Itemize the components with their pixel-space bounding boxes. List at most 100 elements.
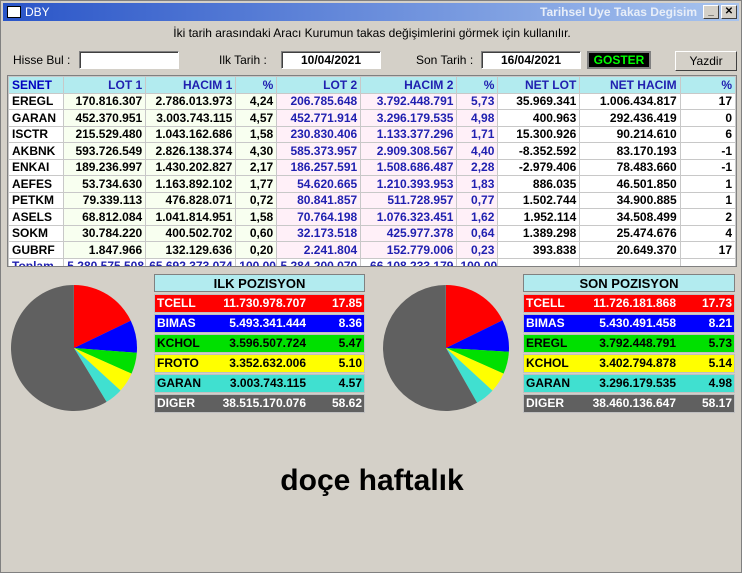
table-cell: 25.474.676 [579,224,681,242]
table-cell: 400.502.702 [145,224,237,242]
table-cell: 1.430.202.827 [145,158,237,176]
grid-header-4[interactable]: LOT 2 [276,76,362,94]
table-row[interactable]: PETKM 79.339.113 476.828.071 0,72 80.841.857… [8,191,736,209]
position-code: BIMAS [526,316,565,330]
total-cell [679,257,736,266]
ilk-pozisyon-row: DIGER 38.515.170.076 58.62 [154,394,365,413]
son-tarih-input[interactable]: 16/04/2021 [481,51,581,69]
position-percent: 17.73 [701,296,732,310]
position-percent: 5.14 [708,356,732,370]
table-cell: 4,24 [235,92,278,110]
position-percent: 4.98 [708,376,732,390]
stock-code-cell: AEFES [8,175,65,193]
goster-button[interactable]: GOSTER [587,51,651,69]
position-percent: 5.73 [708,336,732,350]
position-value: 3.596.507.724 [229,336,306,350]
table-cell: -8.352.592 [497,142,581,160]
window-title: DBY [25,5,50,19]
table-cell: 2,28 [456,158,499,176]
table-row[interactable]: EREGL 170.816.307 2.786.013.973 4,24 206.785… [8,92,736,110]
table-cell: 585.373.957 [276,142,362,160]
grid-header-9[interactable]: % [679,76,736,94]
grid-header-row: SENET LOT 1 HACIM 1% LOT 2 HACIM 2% NET LOT NE… [8,76,736,94]
table-cell: 35.969.341 [497,92,581,110]
table-cell: 215.529.480 [63,125,147,143]
position-percent: 4.57 [338,376,362,390]
table-cell: 1 [679,175,736,193]
position-code: BIMAS [157,316,196,330]
app-icon [7,6,21,18]
table-row[interactable]: AEFES 53.734.630 1.163.892.102 1,77 54.620.6… [8,175,736,193]
ilk-tarih-input[interactable]: 10/04/2021 [281,51,381,69]
table-row[interactable]: ISCTR 215.529.480 1.043.162.686 1,58 230.830… [8,125,736,143]
table-cell: 0 [679,109,736,127]
table-cell: 152.779.006 [360,241,458,259]
table-cell: 593.726.549 [63,142,147,160]
table-cell: 54.620.665 [276,175,362,193]
table-cell: 78.483.660 [579,158,681,176]
table-cell: 17 [679,92,736,110]
table-cell: 34.900.885 [579,191,681,209]
table-cell: 2.826.138.374 [145,142,237,160]
position-code: KCHOL [157,336,200,350]
grid-header-7[interactable]: NET LOT [497,76,581,94]
table-row[interactable]: GUBRF 1.847.966 132.129.636 0,20 2.241.804 15… [8,241,736,259]
grid-header-5[interactable]: HACIM 2 [360,76,458,94]
table-cell: 1.133.377.296 [360,125,458,143]
son-pozisyon-row: GARAN 3.296.179.535 4.98 [523,374,735,393]
position-value: 3.296.179.535 [599,376,676,390]
position-code: DIGER [157,396,196,410]
table-cell: 3.792.448.791 [360,92,458,110]
table-row[interactable]: ASELS 68.812.084 1.041.814.951 1,58 70.764.1… [8,208,736,226]
minimize-button[interactable]: _ [703,5,719,19]
table-cell: 70.764.198 [276,208,362,226]
grid-header-2[interactable]: HACIM 1 [145,76,237,94]
takas-grid[interactable]: SENET LOT 1 HACIM 1% LOT 2 HACIM 2% NET LOT NE… [7,75,737,267]
table-cell: 886.035 [497,175,581,193]
table-cell: 1.508.686.487 [360,158,458,176]
table-cell: 30.784.220 [63,224,147,242]
table-cell: 0,72 [235,191,278,209]
position-percent: 5.47 [338,336,362,350]
position-value: 3.402.794.878 [599,356,676,370]
table-cell: 90.214.610 [579,125,681,143]
table-row[interactable]: AKBNK 593.726.549 2.826.138.374 4,30 585.373… [8,142,736,160]
table-row[interactable]: SOKM 30.784.220 400.502.702 0,60 32.173.518 4… [8,224,736,242]
table-cell: -2.979.406 [497,158,581,176]
hisse-search-input[interactable] [79,51,179,69]
table-row[interactable]: GARAN 452.370.951 3.003.743.115 4,57 452.771… [8,109,736,127]
table-cell: 1.210.393.953 [360,175,458,193]
title-bar: DBY Tarihsel Uye Takas Degisim _ ✕ [3,3,739,21]
table-cell: 5,73 [456,92,499,110]
ilk-pozisyon-title: ILK POZISYON [154,274,365,292]
table-cell: 32.173.518 [276,224,362,242]
table-cell: 511.728.957 [360,191,458,209]
table-cell: 0,20 [235,241,278,259]
position-code: GARAN [157,376,201,390]
position-code: KCHOL [526,356,569,370]
yazdir-button[interactable]: Yazdir [675,51,737,71]
stock-code-cell: ENKAI [8,158,65,176]
grid-header-1[interactable]: LOT 1 [63,76,147,94]
total-cell: 100,00 [456,257,499,266]
grid-header-3[interactable]: % [235,76,278,94]
grid-header-8[interactable]: NET HACIM [579,76,681,94]
table-cell: 1,71 [456,125,499,143]
total-cell: 100,00 [235,257,278,266]
grid-header-6[interactable]: % [456,76,499,94]
table-cell: 79.339.113 [63,191,147,209]
table-cell: 1.847.966 [63,241,147,259]
grid-header-0[interactable]: SENET [8,76,65,94]
stock-code-cell: AKBNK [8,142,65,160]
close-button[interactable]: ✕ [721,5,737,19]
table-cell: -1 [679,158,736,176]
table-cell: 4 [679,224,736,242]
total-cell [579,257,681,266]
table-cell: 476.828.071 [145,191,237,209]
table-row[interactable]: ENKAI 189.236.997 1.430.202.827 2,17 186.257… [8,158,736,176]
total-cell [497,257,581,266]
ilk-pozisyon-row: KCHOL 3.596.507.724 5.47 [154,334,365,353]
position-value: 3.003.743.115 [229,376,306,390]
table-cell: 292.436.419 [579,109,681,127]
table-cell: 17 [679,241,736,259]
